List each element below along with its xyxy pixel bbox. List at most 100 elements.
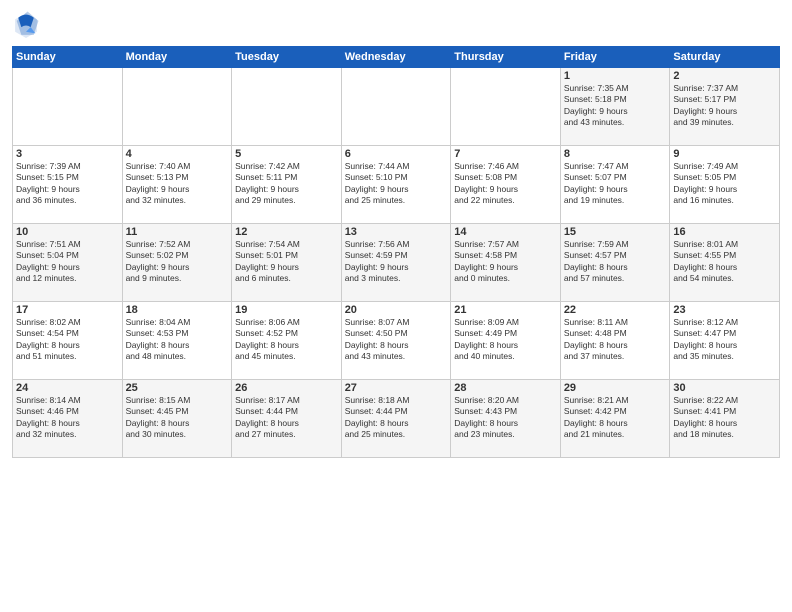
- day-info: Sunrise: 8:11 AM Sunset: 4:48 PM Dayligh…: [564, 317, 667, 363]
- day-number: 6: [345, 148, 448, 160]
- day-number: 12: [235, 226, 338, 238]
- day-info: Sunrise: 8:15 AM Sunset: 4:45 PM Dayligh…: [126, 395, 229, 441]
- day-number: 18: [126, 304, 229, 316]
- calendar-header-sunday: Sunday: [13, 47, 123, 68]
- calendar-cell: 11Sunrise: 7:52 AM Sunset: 5:02 PM Dayli…: [122, 224, 232, 302]
- day-number: 27: [345, 382, 448, 394]
- day-info: Sunrise: 7:52 AM Sunset: 5:02 PM Dayligh…: [126, 239, 229, 285]
- day-number: 15: [564, 226, 667, 238]
- header: [12, 10, 780, 38]
- day-info: Sunrise: 8:12 AM Sunset: 4:47 PM Dayligh…: [673, 317, 776, 363]
- main-container: SundayMondayTuesdayWednesdayThursdayFrid…: [0, 0, 792, 612]
- day-number: 30: [673, 382, 776, 394]
- calendar-cell: 20Sunrise: 8:07 AM Sunset: 4:50 PM Dayli…: [341, 302, 451, 380]
- calendar-cell: 3Sunrise: 7:39 AM Sunset: 5:15 PM Daylig…: [13, 146, 123, 224]
- day-number: 10: [16, 226, 119, 238]
- day-info: Sunrise: 7:46 AM Sunset: 5:08 PM Dayligh…: [454, 161, 557, 207]
- calendar-cell: 17Sunrise: 8:02 AM Sunset: 4:54 PM Dayli…: [13, 302, 123, 380]
- day-info: Sunrise: 7:47 AM Sunset: 5:07 PM Dayligh…: [564, 161, 667, 207]
- calendar-header-friday: Friday: [560, 47, 670, 68]
- calendar-cell: 22Sunrise: 8:11 AM Sunset: 4:48 PM Dayli…: [560, 302, 670, 380]
- calendar-header-row: SundayMondayTuesdayWednesdayThursdayFrid…: [13, 47, 780, 68]
- calendar-cell: 30Sunrise: 8:22 AM Sunset: 4:41 PM Dayli…: [670, 380, 780, 458]
- day-number: 8: [564, 148, 667, 160]
- calendar-week-3: 10Sunrise: 7:51 AM Sunset: 5:04 PM Dayli…: [13, 224, 780, 302]
- calendar-cell: [122, 68, 232, 146]
- calendar-cell: 5Sunrise: 7:42 AM Sunset: 5:11 PM Daylig…: [232, 146, 342, 224]
- calendar-cell: 8Sunrise: 7:47 AM Sunset: 5:07 PM Daylig…: [560, 146, 670, 224]
- calendar-cell: 25Sunrise: 8:15 AM Sunset: 4:45 PM Dayli…: [122, 380, 232, 458]
- day-info: Sunrise: 7:56 AM Sunset: 4:59 PM Dayligh…: [345, 239, 448, 285]
- day-number: 7: [454, 148, 557, 160]
- day-number: 17: [16, 304, 119, 316]
- day-info: Sunrise: 8:04 AM Sunset: 4:53 PM Dayligh…: [126, 317, 229, 363]
- day-info: Sunrise: 8:07 AM Sunset: 4:50 PM Dayligh…: [345, 317, 448, 363]
- calendar-cell: 2Sunrise: 7:37 AM Sunset: 5:17 PM Daylig…: [670, 68, 780, 146]
- calendar-cell: 7Sunrise: 7:46 AM Sunset: 5:08 PM Daylig…: [451, 146, 561, 224]
- calendar-cell: 19Sunrise: 8:06 AM Sunset: 4:52 PM Dayli…: [232, 302, 342, 380]
- calendar-cell: 28Sunrise: 8:20 AM Sunset: 4:43 PM Dayli…: [451, 380, 561, 458]
- calendar-cell: 9Sunrise: 7:49 AM Sunset: 5:05 PM Daylig…: [670, 146, 780, 224]
- day-number: 20: [345, 304, 448, 316]
- day-info: Sunrise: 8:06 AM Sunset: 4:52 PM Dayligh…: [235, 317, 338, 363]
- day-number: 16: [673, 226, 776, 238]
- day-info: Sunrise: 7:51 AM Sunset: 5:04 PM Dayligh…: [16, 239, 119, 285]
- day-info: Sunrise: 7:40 AM Sunset: 5:13 PM Dayligh…: [126, 161, 229, 207]
- calendar-cell: 24Sunrise: 8:14 AM Sunset: 4:46 PM Dayli…: [13, 380, 123, 458]
- calendar-cell: 15Sunrise: 7:59 AM Sunset: 4:57 PM Dayli…: [560, 224, 670, 302]
- day-number: 2: [673, 70, 776, 82]
- day-info: Sunrise: 8:09 AM Sunset: 4:49 PM Dayligh…: [454, 317, 557, 363]
- calendar-header-wednesday: Wednesday: [341, 47, 451, 68]
- day-info: Sunrise: 8:17 AM Sunset: 4:44 PM Dayligh…: [235, 395, 338, 441]
- calendar-cell: 6Sunrise: 7:44 AM Sunset: 5:10 PM Daylig…: [341, 146, 451, 224]
- calendar-cell: 26Sunrise: 8:17 AM Sunset: 4:44 PM Dayli…: [232, 380, 342, 458]
- calendar-cell: 10Sunrise: 7:51 AM Sunset: 5:04 PM Dayli…: [13, 224, 123, 302]
- day-number: 24: [16, 382, 119, 394]
- calendar-cell: 13Sunrise: 7:56 AM Sunset: 4:59 PM Dayli…: [341, 224, 451, 302]
- calendar-week-5: 24Sunrise: 8:14 AM Sunset: 4:46 PM Dayli…: [13, 380, 780, 458]
- day-number: 11: [126, 226, 229, 238]
- day-info: Sunrise: 8:20 AM Sunset: 4:43 PM Dayligh…: [454, 395, 557, 441]
- calendar-cell: 16Sunrise: 8:01 AM Sunset: 4:55 PM Dayli…: [670, 224, 780, 302]
- calendar-header-monday: Monday: [122, 47, 232, 68]
- calendar-cell: [451, 68, 561, 146]
- day-number: 13: [345, 226, 448, 238]
- day-number: 1: [564, 70, 667, 82]
- calendar-cell: 14Sunrise: 7:57 AM Sunset: 4:58 PM Dayli…: [451, 224, 561, 302]
- day-number: 23: [673, 304, 776, 316]
- day-info: Sunrise: 7:39 AM Sunset: 5:15 PM Dayligh…: [16, 161, 119, 207]
- calendar-header-saturday: Saturday: [670, 47, 780, 68]
- day-number: 9: [673, 148, 776, 160]
- calendar-header-tuesday: Tuesday: [232, 47, 342, 68]
- day-number: 3: [16, 148, 119, 160]
- calendar-cell: 29Sunrise: 8:21 AM Sunset: 4:42 PM Dayli…: [560, 380, 670, 458]
- day-number: 28: [454, 382, 557, 394]
- day-number: 14: [454, 226, 557, 238]
- calendar-table: SundayMondayTuesdayWednesdayThursdayFrid…: [12, 46, 780, 458]
- day-number: 25: [126, 382, 229, 394]
- day-info: Sunrise: 7:57 AM Sunset: 4:58 PM Dayligh…: [454, 239, 557, 285]
- day-info: Sunrise: 8:18 AM Sunset: 4:44 PM Dayligh…: [345, 395, 448, 441]
- calendar-cell: 4Sunrise: 7:40 AM Sunset: 5:13 PM Daylig…: [122, 146, 232, 224]
- day-number: 22: [564, 304, 667, 316]
- logo: [12, 10, 44, 38]
- day-info: Sunrise: 7:54 AM Sunset: 5:01 PM Dayligh…: [235, 239, 338, 285]
- calendar-week-2: 3Sunrise: 7:39 AM Sunset: 5:15 PM Daylig…: [13, 146, 780, 224]
- day-info: Sunrise: 7:42 AM Sunset: 5:11 PM Dayligh…: [235, 161, 338, 207]
- day-info: Sunrise: 8:14 AM Sunset: 4:46 PM Dayligh…: [16, 395, 119, 441]
- day-info: Sunrise: 8:01 AM Sunset: 4:55 PM Dayligh…: [673, 239, 776, 285]
- calendar-cell: 18Sunrise: 8:04 AM Sunset: 4:53 PM Dayli…: [122, 302, 232, 380]
- day-info: Sunrise: 8:02 AM Sunset: 4:54 PM Dayligh…: [16, 317, 119, 363]
- day-info: Sunrise: 7:44 AM Sunset: 5:10 PM Dayligh…: [345, 161, 448, 207]
- day-info: Sunrise: 7:59 AM Sunset: 4:57 PM Dayligh…: [564, 239, 667, 285]
- calendar-cell: [13, 68, 123, 146]
- calendar-cell: 23Sunrise: 8:12 AM Sunset: 4:47 PM Dayli…: [670, 302, 780, 380]
- day-number: 4: [126, 148, 229, 160]
- calendar-cell: [341, 68, 451, 146]
- day-number: 19: [235, 304, 338, 316]
- day-number: 5: [235, 148, 338, 160]
- day-info: Sunrise: 7:35 AM Sunset: 5:18 PM Dayligh…: [564, 83, 667, 129]
- day-number: 26: [235, 382, 338, 394]
- day-number: 29: [564, 382, 667, 394]
- day-info: Sunrise: 8:21 AM Sunset: 4:42 PM Dayligh…: [564, 395, 667, 441]
